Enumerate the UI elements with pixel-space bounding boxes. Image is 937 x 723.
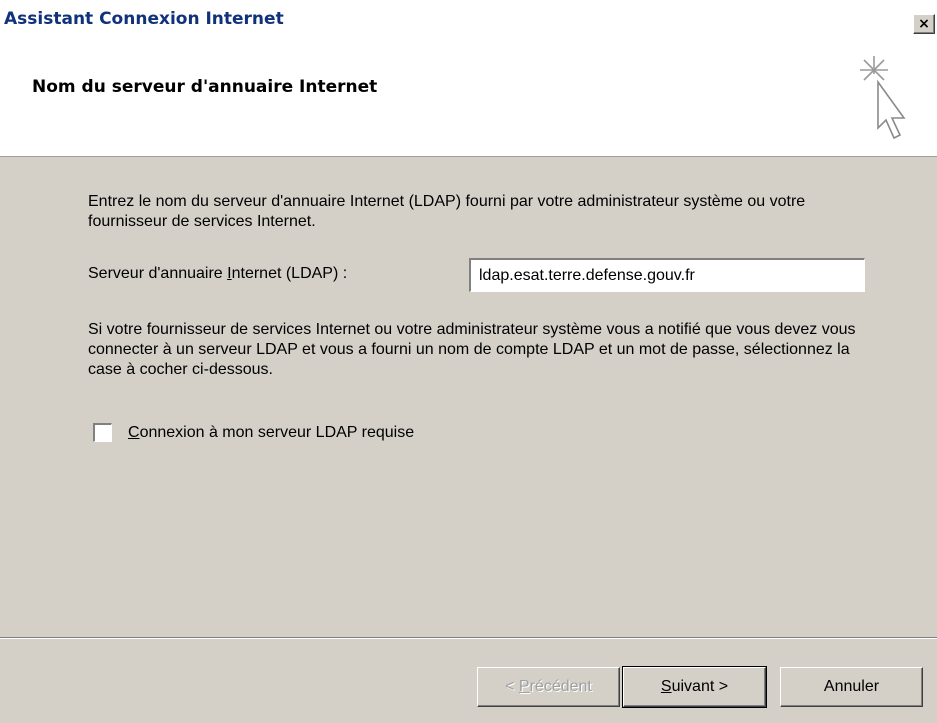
next-button[interactable]: Suivant > <box>622 666 767 708</box>
ldap-login-checkbox[interactable] <box>93 423 112 442</box>
prev-label-rest: récédent <box>529 678 592 695</box>
cancel-button[interactable]: Annuler <box>780 667 923 707</box>
intro-text: Entrez le nom du serveur d'annuaire Inte… <box>88 193 806 230</box>
ldap-label-pre: Serveur d'annuaire <box>88 265 228 282</box>
next-label-rest: uivant > <box>671 678 729 695</box>
page-title: Nom du serveur d'annuaire Internet <box>32 77 378 97</box>
ldap-server-input[interactable] <box>469 258 865 292</box>
info-text: Si votre fournisseur de services Interne… <box>88 321 856 378</box>
prev-label-pre: < <box>505 678 519 695</box>
checkbox-label-accesskey: C <box>128 424 140 441</box>
ldap-label-post: nternet (LDAP) : <box>231 265 348 282</box>
ldap-server-label: Serveur d'annuaire Internet (LDAP) : <box>88 265 347 283</box>
prev-label-accesskey: P <box>518 678 530 695</box>
window-title: Assistant Connexion Internet <box>4 9 284 29</box>
connection-wizard-icon <box>860 56 906 140</box>
next-label-accesskey: S <box>660 678 672 695</box>
title-bar: Assistant Connexion Internet × <box>0 0 937 38</box>
wizard-header: Nom du serveur d'annuaire Internet <box>0 38 937 157</box>
previous-button[interactable]: < Précédent <box>477 667 620 707</box>
ldap-login-checkbox-label[interactable]: Connexion à mon serveur LDAP requise <box>128 424 414 442</box>
checkbox-label-rest: onnexion à mon serveur LDAP requise <box>139 424 415 441</box>
close-button[interactable]: × <box>913 14 935 34</box>
